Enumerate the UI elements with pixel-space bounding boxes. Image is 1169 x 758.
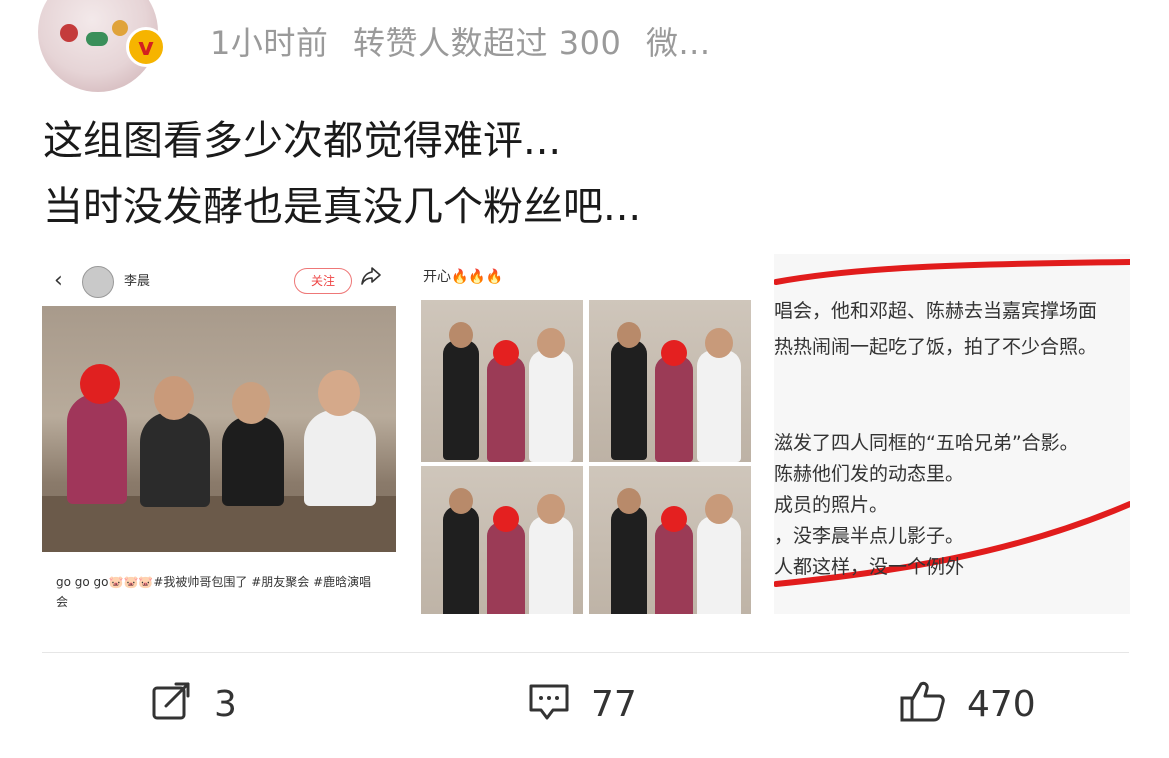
post-image-1[interactable]: ‹ 李晨 关注 go go go🐷🐷🐷#我被帅哥包围了 #朋友聚会 #鹿晗演唱会	[42, 254, 396, 614]
screenshot-text-line: 热热闹闹一起吃了饭，拍了不少合照。	[774, 336, 1098, 358]
avatar-decoration	[60, 24, 78, 42]
screenshot-text-line: ，没李晨半点儿影子。	[774, 525, 965, 547]
embedded-follow-button: 关注	[294, 268, 352, 294]
avatar-decoration	[112, 20, 128, 36]
repost-count: 3	[214, 683, 237, 725]
thumbs-up-icon	[899, 680, 947, 728]
post-text-line: 这组图看多少次都觉得难评...	[43, 118, 562, 164]
share-icon	[360, 266, 382, 291]
verified-badge-icon: v	[126, 27, 166, 67]
person-head	[154, 376, 194, 420]
embedded-avatar	[82, 266, 114, 298]
screenshot-text-line: 人都这样，没一个例外	[774, 556, 965, 578]
post-source: 微...	[645, 24, 711, 62]
screenshot-text-line: 唱会，他和邓超、陈赫去当嘉宾撑场面	[774, 300, 1098, 322]
person-head	[232, 382, 270, 424]
back-arrow-icon: ‹	[54, 268, 63, 293]
photo-tile	[589, 466, 751, 614]
person	[304, 410, 376, 506]
group-photo	[42, 306, 396, 552]
person	[222, 416, 284, 506]
like-button[interactable]: 470	[899, 680, 1036, 728]
avatar-decoration	[86, 32, 108, 46]
photo-tile	[421, 300, 583, 462]
photo-tile	[589, 300, 751, 462]
photo-tile	[421, 466, 583, 614]
embedded-caption: 开心🔥🔥🔥	[423, 269, 504, 285]
comment-button[interactable]: 77	[527, 682, 637, 726]
person	[67, 394, 127, 504]
comment-icon	[527, 682, 571, 726]
person-head	[80, 364, 120, 404]
post-image-2[interactable]: 开心🔥🔥🔥	[421, 254, 751, 614]
post-meta: 1小时前 转赞人数超过 300 微...	[210, 18, 725, 64]
embedded-caption: go go go🐷🐷🐷#我被帅哥包围了 #朋友聚会 #鹿晗演唱会	[56, 575, 372, 609]
person-head	[318, 370, 360, 416]
screenshot-text-line: 成员的照片。	[774, 494, 889, 516]
screenshot-text-line: 陈赫他们发的动态里。	[774, 463, 965, 485]
person	[140, 412, 210, 507]
embedded-username: 李晨	[124, 274, 151, 289]
repost-like-info: 转赞人数超过 300	[353, 24, 622, 62]
repost-button[interactable]: 3	[150, 682, 237, 726]
like-count: 470	[967, 683, 1036, 725]
comment-count: 77	[591, 683, 637, 725]
post-image-3[interactable]: 唱会，他和邓超、陈赫去当嘉宾撑场面 热热闹闹一起吃了饭，拍了不少合照。 滋发了四…	[774, 254, 1130, 614]
screenshot-text-line: 滋发了四人同框的“五哈兄弟”合影。	[774, 432, 1079, 454]
divider	[42, 652, 1129, 653]
post-text-line: 当时没发酵也是真没几个粉丝吧...	[43, 184, 642, 230]
repost-icon	[150, 682, 194, 726]
post-time: 1小时前	[210, 24, 329, 62]
